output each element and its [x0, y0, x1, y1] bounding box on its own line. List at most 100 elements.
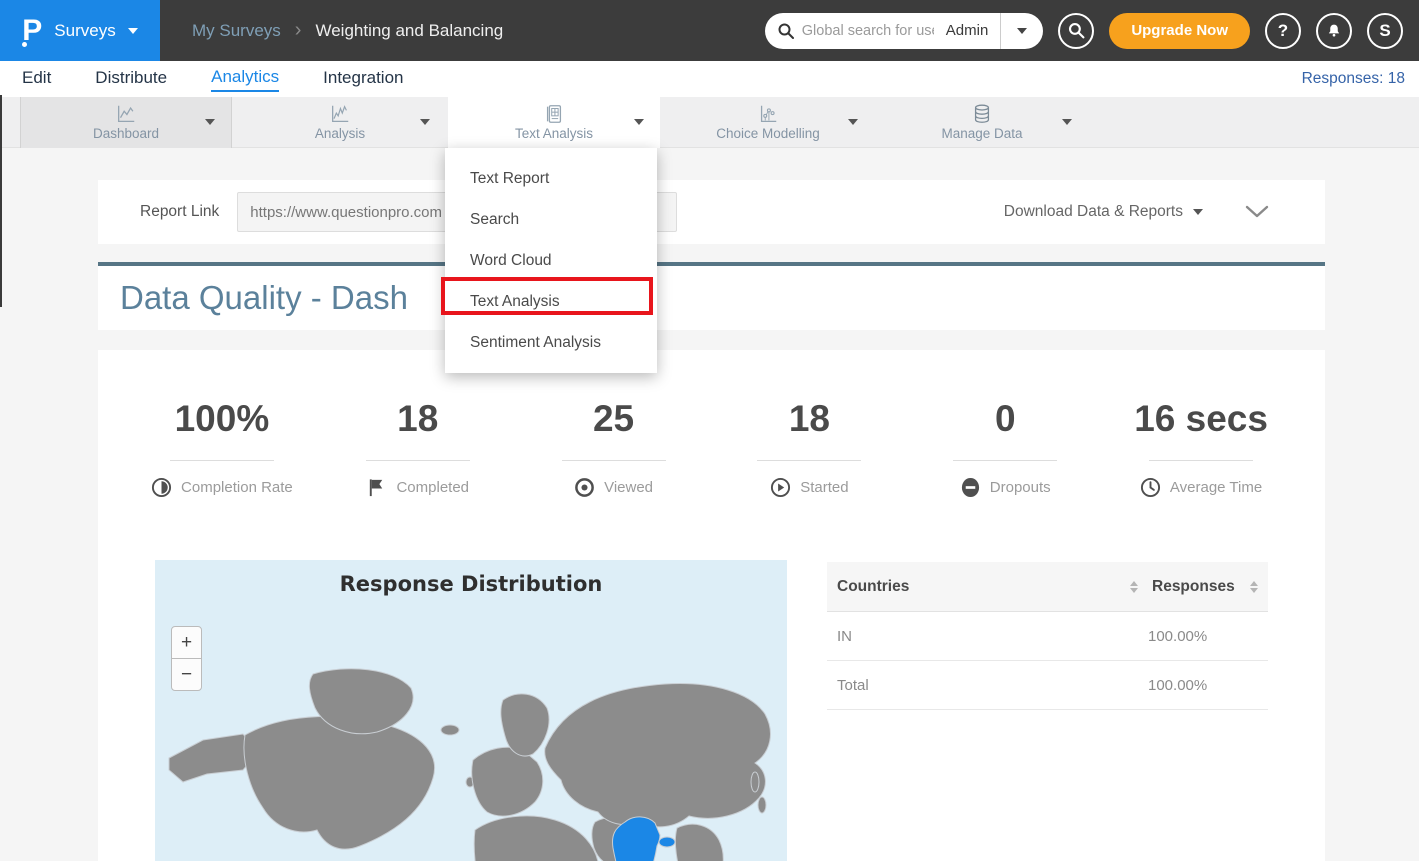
clock-icon	[1140, 477, 1161, 498]
line-chart-icon	[114, 103, 138, 125]
stat-dropouts: 0 Dropouts	[907, 398, 1103, 503]
minus-circle-icon	[960, 477, 981, 498]
table-row: Total 100.00%	[827, 661, 1268, 710]
notifications-button[interactable]	[1316, 13, 1352, 49]
map-region-southeast-asia	[675, 824, 723, 861]
toolbar-tab-label: Manage Data	[941, 126, 1022, 141]
menu-item-sentiment-analysis[interactable]: Sentiment Analysis	[445, 322, 657, 363]
toolbar-tab-dashboard[interactable]: Dashboard	[20, 97, 232, 148]
menu-item-search[interactable]: Search	[445, 199, 657, 240]
toolbar-tab-label: Analysis	[315, 126, 365, 141]
stat-value: 18	[320, 398, 516, 440]
nav-tab-analytics[interactable]: Analytics	[211, 67, 279, 92]
flag-icon	[366, 477, 387, 498]
toolbar-tab-text-analysis[interactable]: Text Analysis	[448, 97, 660, 148]
country-cell: IN	[837, 628, 1148, 645]
chevron-down-icon	[420, 119, 430, 125]
stat-completion-rate: 100% Completion Rate	[124, 398, 320, 503]
questionpro-logo-icon: P	[22, 16, 42, 46]
text-analysis-dropdown-menu: Text Report Search Word Cloud Text Analy…	[445, 148, 657, 373]
stat-value: 16 secs	[1103, 398, 1299, 440]
world-map[interactable]	[155, 660, 787, 861]
table-row: IN 100.00%	[827, 612, 1268, 661]
analytics-toolbar: Dashboard Analysis Text Analysis Choice …	[0, 97, 1419, 148]
product-label: Surveys	[54, 21, 115, 41]
user-avatar[interactable]: S	[1367, 13, 1403, 49]
stat-value: 18	[711, 398, 907, 440]
countries-column-header: Countries	[837, 578, 1124, 596]
window-edge-artifact	[0, 95, 2, 307]
survey-section-nav: Edit Distribute Analytics Integration Re…	[0, 61, 1419, 97]
map-region-iceland	[441, 725, 459, 735]
stat-value: 0	[907, 398, 1103, 440]
search-icon	[778, 23, 794, 39]
stat-value: 100%	[124, 398, 320, 440]
menu-item-text-report[interactable]: Text Report	[445, 158, 657, 199]
chevron-down-icon	[205, 119, 215, 125]
questionpro-analytics-page: P Surveys My Surveys › Weighting and Bal…	[0, 0, 1419, 861]
toolbar-tab-choice-modelling[interactable]: Choice Modelling	[662, 97, 874, 148]
help-button[interactable]: ?	[1265, 13, 1301, 49]
completion-rate-icon	[151, 477, 172, 498]
response-distribution-map: Response Distribution + −	[155, 560, 787, 861]
divider	[1149, 460, 1253, 461]
menu-item-text-analysis[interactable]: Text Analysis	[445, 281, 657, 322]
map-region-northeast-india-highlighted	[659, 837, 675, 847]
breadcrumb-chevron-icon: ›	[295, 19, 302, 42]
nav-tab-distribute[interactable]: Distribute	[95, 68, 167, 91]
chevron-down-icon	[848, 119, 858, 125]
download-data-reports-dropdown[interactable]: Download Data & Reports	[1004, 203, 1203, 221]
map-region-asia	[545, 684, 771, 827]
stat-label: Dropouts	[990, 479, 1051, 496]
global-search: Admin	[765, 13, 1044, 49]
chevron-down-icon	[1017, 28, 1027, 34]
dashboard-title-bar: Data Quality - Dash	[98, 262, 1325, 330]
divider	[757, 460, 861, 461]
breadcrumb-my-surveys[interactable]: My Surveys	[192, 21, 281, 41]
report-link-bar: Report Link Download Data & Reports	[98, 180, 1325, 244]
nav-tab-integration[interactable]: Integration	[323, 68, 403, 91]
map-region-scandinavia	[501, 694, 549, 756]
eye-icon	[574, 477, 595, 498]
report-link-label: Report Link	[140, 203, 219, 221]
chevron-down-icon	[1062, 119, 1072, 125]
search-button[interactable]	[1058, 13, 1094, 49]
divider	[562, 460, 666, 461]
database-icon	[970, 103, 994, 125]
sort-icon[interactable]	[1130, 581, 1138, 593]
stat-label: Completed	[396, 479, 469, 496]
nav-tab-edit[interactable]: Edit	[22, 68, 51, 91]
play-circle-icon	[770, 477, 791, 498]
chevron-down-icon	[1245, 205, 1269, 219]
global-search-input[interactable]	[802, 23, 934, 39]
countries-responses-table: Countries Responses IN 100.00% Total 100…	[827, 562, 1268, 710]
chevron-down-icon	[128, 28, 138, 34]
toolbar-tab-label: Choice Modelling	[716, 126, 820, 141]
toolbar-tab-label: Dashboard	[93, 126, 159, 141]
search-scope-dropdown[interactable]	[1001, 13, 1043, 49]
divider	[366, 460, 470, 461]
upgrade-now-button[interactable]: Upgrade Now	[1109, 13, 1250, 49]
toolbar-tab-analysis[interactable]: Analysis	[234, 97, 446, 148]
stat-average-time: 16 secs Average Time	[1103, 398, 1299, 503]
header-actions: Admin Upgrade Now ? S	[765, 13, 1419, 49]
breadcrumb: My Surveys › Weighting and Balancing	[192, 19, 503, 42]
toolbar-tab-manage-data[interactable]: Manage Data	[876, 97, 1088, 148]
search-icon	[1068, 22, 1085, 39]
surveys-product-switcher[interactable]: P Surveys	[0, 0, 160, 61]
bell-icon	[1325, 22, 1343, 40]
collapse-panel-button[interactable]	[1245, 205, 1269, 219]
download-data-reports-label: Download Data & Reports	[1004, 203, 1183, 221]
scatter-chart-icon	[756, 103, 780, 125]
menu-item-word-cloud[interactable]: Word Cloud	[445, 240, 657, 281]
responses-cell: 100.00%	[1148, 628, 1258, 645]
stat-label: Viewed	[604, 479, 653, 496]
survey-stats-row: 100% Completion Rate 18 Completed 25	[124, 398, 1299, 503]
map-region-europe	[472, 747, 543, 816]
table-header-row: Countries Responses	[827, 562, 1268, 612]
responses-column-header: Responses	[1152, 578, 1244, 596]
stat-completed: 18 Completed	[320, 398, 516, 503]
map-zoom-in-button[interactable]: +	[171, 626, 202, 659]
top-header-bar: P Surveys My Surveys › Weighting and Bal…	[0, 0, 1419, 61]
sort-icon[interactable]	[1250, 581, 1258, 593]
